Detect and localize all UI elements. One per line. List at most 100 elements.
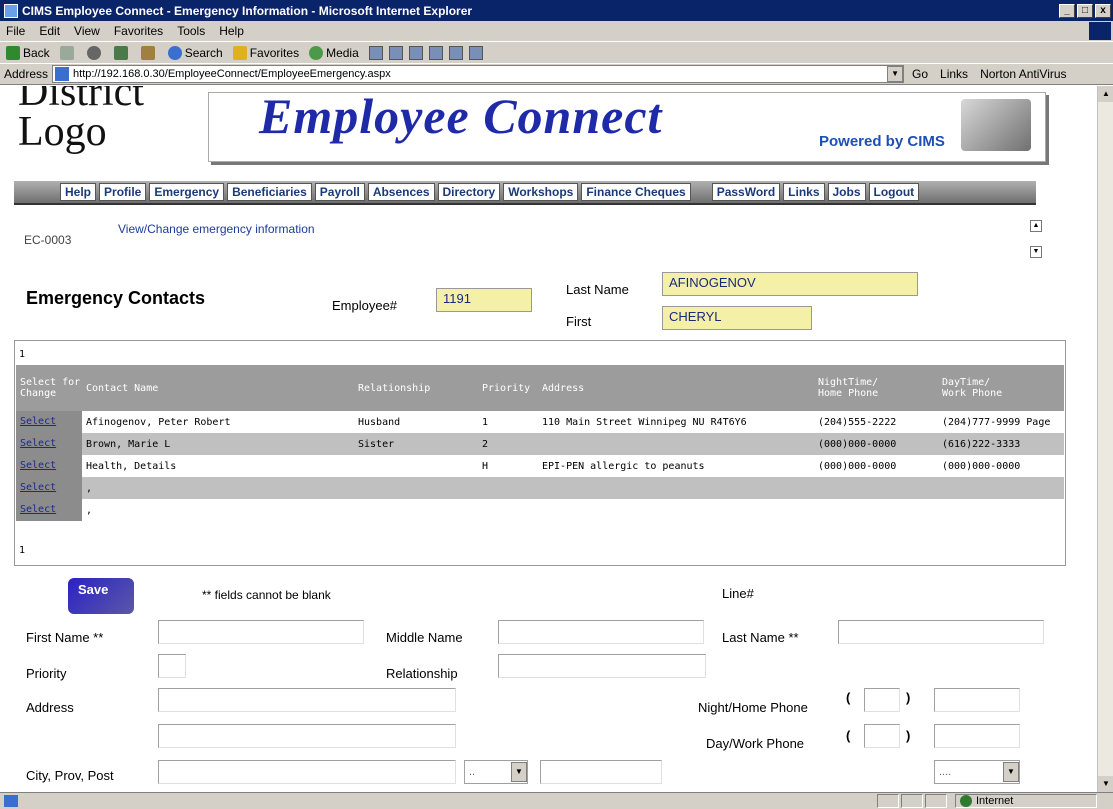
province-select[interactable]: .. ▼ (464, 760, 528, 784)
postal-code-input[interactable] (540, 760, 662, 784)
history-icon[interactable] (368, 45, 383, 60)
select-link[interactable]: Select (20, 460, 56, 471)
status-cell (901, 794, 923, 808)
save-label: Save (78, 582, 109, 597)
search-button[interactable]: Search (167, 45, 223, 60)
table-row: Select , (16, 499, 1064, 521)
favorites-star-icon (232, 45, 247, 60)
norton-antivirus-button[interactable]: Norton AntiVirus (980, 67, 1067, 81)
last-name-input[interactable] (838, 620, 1044, 644)
nav-logout[interactable]: Logout (868, 183, 920, 201)
employee-number-label: Employee# (332, 298, 398, 313)
menu-help[interactable]: Help (219, 24, 244, 38)
select-link[interactable]: Select (20, 482, 56, 493)
first-name-input[interactable] (158, 620, 364, 644)
menu-tools[interactable]: Tools (177, 24, 205, 38)
cell-night-phone: (000)000-0000 (818, 438, 897, 450)
nav-emergency[interactable]: Emergency (149, 183, 225, 201)
menu-view[interactable]: View (74, 24, 100, 38)
vertical-scrollbar[interactable]: ▲ ▼ (1097, 86, 1113, 792)
links-button[interactable]: Links (940, 67, 968, 81)
menu-favorites[interactable]: Favorites (114, 24, 163, 38)
nav-directory[interactable]: Directory (437, 183, 501, 201)
save-button[interactable]: Save (68, 578, 134, 614)
address-input[interactable]: http://192.168.0.30/EmployeeConnect/Empl… (52, 65, 905, 83)
banner-title: Employee Connect (259, 88, 663, 144)
day-area-code-input[interactable] (864, 724, 900, 748)
windows-logo-icon (1089, 22, 1111, 40)
media-button[interactable]: Media (309, 45, 359, 60)
messenger-icon[interactable] (468, 45, 483, 60)
night-phone-input[interactable] (934, 688, 1020, 712)
table-row: Select , (16, 477, 1064, 499)
select-link[interactable]: Select (20, 416, 56, 427)
select-cell: Select (16, 433, 82, 455)
close-button[interactable]: x (1095, 3, 1111, 18)
address-url: http://192.168.0.30/EmployeeConnect/Empl… (73, 68, 391, 80)
scroll-up-arrow-icon[interactable]: ▲ (1098, 86, 1113, 102)
cell-address: 110 Main Street Winnipeg NU R4T6Y6 (542, 416, 747, 428)
discuss-icon[interactable] (448, 45, 463, 60)
mail-icon[interactable] (388, 45, 403, 60)
day-phone-input[interactable] (934, 724, 1020, 748)
day-paren-open: ( (846, 728, 851, 743)
nav-payroll[interactable]: Payroll (314, 183, 365, 201)
night-area-code-input[interactable] (864, 688, 900, 712)
print-icon[interactable] (408, 45, 423, 60)
go-button[interactable]: Go (912, 67, 928, 81)
scroll-down-icon[interactable]: ▼ (1030, 246, 1042, 258)
city-input[interactable] (158, 760, 456, 784)
header-select-line1: Select for (20, 377, 81, 388)
nav-links[interactable]: Links (783, 183, 825, 201)
cell-contact-name: Health, Details (86, 460, 177, 472)
address-dropdown-icon[interactable]: ▼ (887, 66, 904, 82)
minimize-button[interactable]: _ (1059, 3, 1075, 18)
select-link[interactable]: Select (20, 504, 56, 515)
edit-icon[interactable] (428, 45, 443, 60)
nav-help[interactable]: Help (60, 183, 97, 201)
maximize-button[interactable]: □ (1077, 3, 1093, 18)
toolbar: Back Search Favorites Media (0, 41, 1113, 63)
cell-day-phone: (616)222-3333 (942, 438, 1021, 450)
relationship-label: Relationship (386, 666, 458, 681)
nav-beneficiaries[interactable]: Beneficiaries (227, 183, 312, 201)
middle-name-input[interactable] (498, 620, 704, 644)
status-cell (877, 794, 899, 808)
forward-button[interactable] (59, 45, 77, 60)
favorites-button[interactable]: Favorites (232, 45, 299, 60)
table-header: Select for Change Contact Name Relationsh… (16, 365, 1064, 411)
chevron-down-icon[interactable]: ▼ (511, 762, 527, 782)
country-select[interactable]: .... ▼ (934, 760, 1020, 784)
media-label: Media (326, 45, 359, 60)
nav-absences[interactable]: Absences (367, 183, 435, 201)
pager-bottom[interactable]: 1 (19, 545, 25, 556)
menu-edit[interactable]: Edit (39, 24, 60, 38)
relationship-input[interactable] (498, 654, 706, 678)
globe-icon (960, 795, 972, 807)
cell-contact-name: Afinogenov, Peter Robert (86, 416, 231, 428)
nav-password[interactable]: PassWord (711, 183, 781, 201)
scroll-up-icon[interactable]: ▲ (1030, 220, 1042, 232)
stop-button[interactable] (86, 45, 104, 60)
cell-priority: 1 (482, 416, 489, 428)
nav-workshops[interactable]: Workshops (503, 183, 579, 201)
nav-finance-cheques[interactable]: Finance Cheques (581, 183, 691, 201)
refresh-button[interactable] (113, 45, 131, 60)
chevron-down-icon[interactable]: ▼ (1003, 762, 1019, 782)
address-line1-input[interactable] (158, 688, 456, 712)
menu-file[interactable]: File (6, 24, 25, 38)
address-line2-input[interactable] (158, 724, 456, 748)
table-row: Select Brown, Marie L Sister 2 (000)000-… (16, 433, 1064, 455)
nav-profile[interactable]: Profile (99, 183, 147, 201)
pager-top[interactable]: 1 (19, 349, 25, 360)
select-link[interactable]: Select (20, 438, 56, 449)
status-cell (925, 794, 947, 808)
home-button[interactable] (140, 45, 158, 60)
nav-jobs[interactable]: Jobs (827, 183, 866, 201)
first-name-label: First Name ** (26, 630, 104, 645)
back-button[interactable]: Back (6, 45, 50, 60)
priority-input[interactable] (158, 654, 186, 678)
status-bar: Internet (0, 792, 1113, 809)
header-day-phone: DayTime/Work Phone (938, 377, 1062, 399)
scroll-down-arrow-icon[interactable]: ▼ (1098, 776, 1113, 792)
